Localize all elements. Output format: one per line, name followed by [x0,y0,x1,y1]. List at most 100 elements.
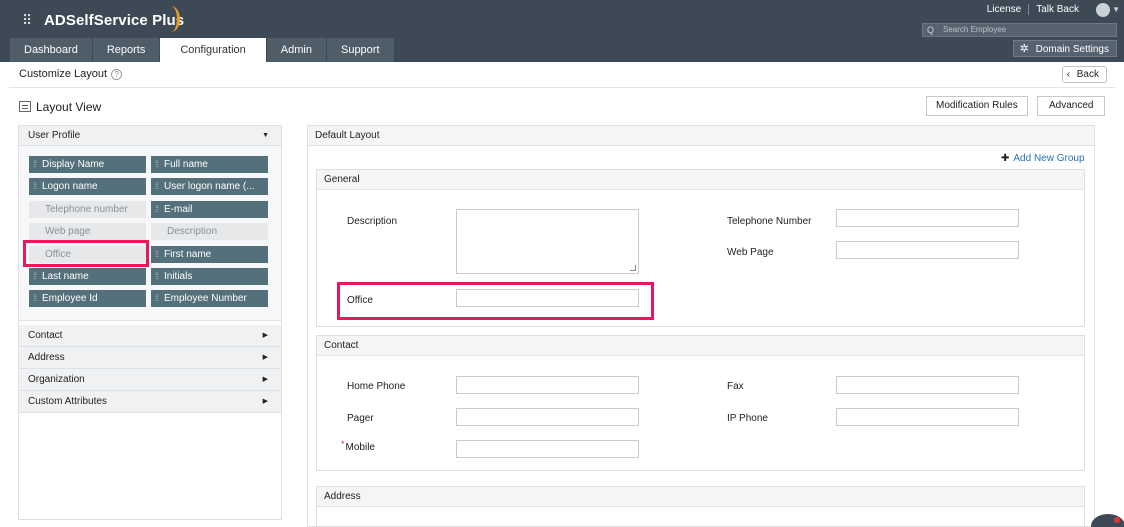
apps-grid-icon[interactable]: ⠿ [22,13,36,27]
add-new-group-link[interactable]: ✚ Add New Group [1001,153,1085,164]
field-chip-description: Description [151,223,268,240]
field-chip-employee-id[interactable]: ⁞⁞ Employee Id [29,290,146,307]
group-title: Contact [317,336,1084,356]
drag-handle-icon: ⁞⁞ [33,181,37,191]
modification-rules-button[interactable]: Modification Rules [926,96,1028,116]
pager-label: Pager [347,413,374,424]
field-chip-last-name[interactable]: ⁞⁞ Last name [29,268,146,285]
section-contact[interactable]: Contact ▶ [19,325,281,347]
fax-label: Fax [727,381,744,392]
tab-reports[interactable]: Reports [92,38,160,62]
field-chip-label: Logon name [42,181,98,192]
section-address[interactable]: Address ▶ [19,347,281,369]
search-icon: Q [927,25,935,35]
required-asterisk: * [341,439,345,449]
drag-handle-icon: ⁞⁞ [155,293,159,303]
field-chip-employee-number[interactable]: ⁞⁞ Employee Number [151,290,268,307]
mobile-label: *Mobile [341,439,375,453]
back-button[interactable]: ‹ Back [1061,66,1107,83]
field-chip-initials[interactable]: ⁞⁞ Initials [151,268,268,285]
domain-settings-button[interactable]: ✲ Domain Settings [1012,40,1117,57]
chat-widget[interactable] [1091,514,1124,527]
drag-handle-icon: ⁞⁞ [33,293,37,303]
home-phone-label: Home Phone [347,381,406,392]
tab-configuration[interactable]: Configuration [160,38,266,62]
section-organization[interactable]: Organization ▶ [19,369,281,391]
section-label: Organization [28,374,85,385]
field-chip-label: Employee Id [42,293,98,304]
section-label: Address [28,352,65,363]
drag-handle-icon: ⁞⁞ [33,159,37,169]
user-profile-label: User Profile [28,130,81,141]
help-icon[interactable]: ? [111,68,123,80]
field-chip-display-name[interactable]: ⁞⁞ Display Name [29,156,146,173]
chevron-down-icon[interactable]: ▼ [1112,5,1120,14]
user-profile-section-header[interactable]: User Profile ▼ [19,126,281,146]
caret-down-icon: ▼ [262,132,269,139]
tab-support[interactable]: Support [326,38,394,62]
field-chip-full-name[interactable]: ⁞⁞ Full name [151,156,268,173]
chevron-left-icon: ‹ [1066,69,1071,80]
mobile-label-text: Mobile [345,442,375,453]
field-chip-web-page: Web page [29,223,146,240]
mobile-input[interactable] [456,440,639,458]
tab-admin[interactable]: Admin [266,38,326,62]
web-page-input[interactable] [836,241,1019,259]
caret-right-icon: ▶ [262,398,268,405]
page-title: Customize Layout? [19,68,123,80]
fax-input[interactable] [836,376,1019,394]
field-chip-email[interactable]: ⁞⁞ E-mail [151,201,268,218]
user-profile-fields: ⁞⁞ Display Name ⁞⁞ Full name ⁞⁞ Logon name … [19,146,281,321]
drag-handle-icon: ⁞⁞ [155,249,159,259]
layout-view-icon [19,101,31,112]
field-palette: User Profile ▼ ⁞⁞ Display Name ⁞⁞ Full nam… [18,125,282,520]
drag-handle-icon: ⁞⁞ [155,181,159,191]
group-contact: Contact Home Phone Pager *Mobile Fax IP … [316,335,1085,471]
ip-phone-label: IP Phone [727,413,768,424]
office-field-highlight [337,282,654,320]
license-link[interactable]: License [980,4,1030,15]
user-avatar-icon[interactable] [1096,3,1110,17]
logo-swoosh-icon [162,6,180,32]
plus-icon: ✚ [1001,153,1010,164]
notification-dot-icon [1114,517,1120,523]
caret-right-icon: ▶ [262,354,268,361]
group-address: Address [316,486,1085,526]
page-title-text: Customize Layout [19,68,108,80]
field-chip-label: Employee Number [164,293,247,304]
field-chip-first-name[interactable]: ⁞⁞ First name [151,246,268,263]
advanced-button[interactable]: Advanced [1037,96,1106,116]
add-new-group-label: Add New Group [1013,153,1085,164]
description-textarea[interactable] [456,209,639,274]
default-layout-header: Default Layout [308,126,1094,146]
field-chip-label: E-mail [164,204,193,215]
web-page-label: Web Page [727,247,774,258]
office-chip-highlight [23,240,149,267]
domain-settings-label: Domain Settings [1035,44,1109,55]
drag-handle-icon: ⁞⁞ [155,271,159,281]
main-nav-tabs: Dashboard Reports Configuration Admin Su… [10,38,395,62]
field-chip-label: Initials [164,271,193,282]
top-links: License Talk Back [980,4,1086,15]
field-chip-logon-name[interactable]: ⁞⁞ Logon name [29,178,146,195]
gear-icon: ✲ [1019,43,1029,55]
divider [9,87,1115,88]
group-title: Address [317,487,1084,507]
search-employee-input[interactable]: Q Search Employee [922,23,1117,37]
field-chip-label: First name [164,249,212,260]
default-layout-panel: Default Layout ✚ Add New Group General De… [307,125,1095,527]
back-label: Back [1076,69,1099,80]
field-chip-label: Full name [164,159,208,170]
field-chip-label: Display Name [42,159,105,170]
talk-back-link[interactable]: Talk Back [1029,4,1086,15]
telephone-number-input[interactable] [836,209,1019,227]
ip-phone-input[interactable] [836,408,1019,426]
field-chip-label: Last name [42,271,89,282]
tab-dashboard[interactable]: Dashboard [10,38,92,62]
field-chip-user-logon-name[interactable]: ⁞⁞ User logon name (... [151,178,268,195]
field-chip-label: User logon name (... [164,181,255,192]
layout-view-heading: Layout View [19,100,101,114]
pager-input[interactable] [456,408,639,426]
home-phone-input[interactable] [456,376,639,394]
section-custom-attributes[interactable]: Custom Attributes ▶ [19,391,281,413]
